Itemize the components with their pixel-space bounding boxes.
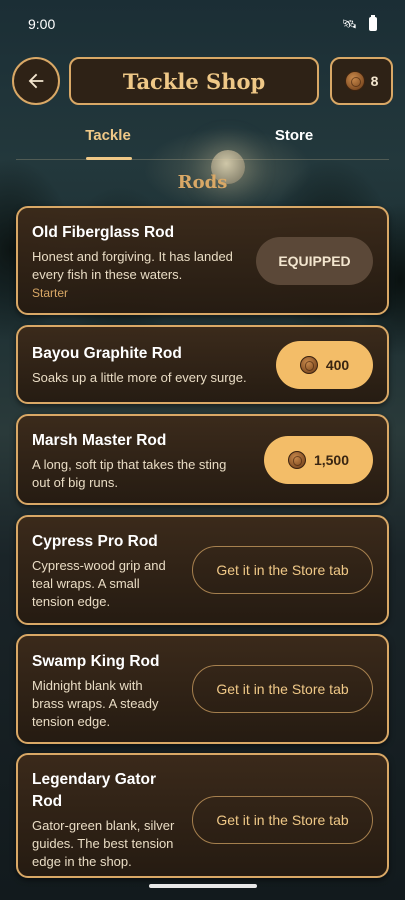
back-button[interactable]: [12, 57, 60, 105]
rod-description: Soaks up a little more of every surge.: [32, 370, 247, 385]
store-tab-button[interactable]: Get it in the Store tab: [192, 665, 373, 713]
rod-name: Marsh Master Rod: [32, 432, 167, 449]
coin-balance-value: 8: [370, 73, 379, 89]
rod-description: Gator-green blank, silver guides. The be…: [32, 818, 175, 869]
section-title: Rods: [177, 172, 228, 193]
tab-store[interactable]: Store: [264, 122, 324, 160]
status-bar: 9:00 🛰︎: [0, 0, 405, 48]
rod-description: Honest and forgiving. It has landed ever…: [32, 249, 233, 282]
rod-card-marsh-master: Marsh Master Rod A long, soft tip that t…: [16, 414, 389, 505]
coin-icon: [344, 71, 365, 91]
coin-icon: [287, 451, 306, 469]
equipped-button[interactable]: EQUIPPED: [256, 237, 373, 285]
price-label: 1,500: [313, 452, 350, 468]
battery-icon: [369, 15, 377, 31]
arrow-left-icon: [28, 73, 44, 89]
page-title: Tackle Shop: [69, 57, 319, 105]
buy-button[interactable]: 1,500: [264, 436, 373, 484]
status-icons: 🛰︎: [341, 15, 377, 31]
rod-description: A long, soft tip that takes the sting ou…: [32, 457, 227, 490]
rod-name: Cypress Pro Rod: [32, 533, 158, 550]
status-time: 9:00: [28, 16, 56, 32]
satellite-icon: 🛰︎: [341, 17, 357, 31]
gesture-nav-handle[interactable]: [149, 884, 257, 888]
rod-card-cypress-pro: Cypress Pro Rod Cypress-wood grip and te…: [16, 515, 389, 625]
store-tab-button[interactable]: Get it in the Store tab: [192, 796, 373, 844]
rod-name: Legendary Gator Rod: [32, 771, 157, 810]
price-label: 400: [325, 357, 350, 373]
buy-button[interactable]: 400: [276, 341, 373, 389]
rod-description: Midnight blank with brass wraps. A stead…: [32, 678, 159, 729]
store-tab-button[interactable]: Get it in the Store tab: [192, 546, 373, 594]
rod-card-swamp-king: Swamp King Rod Midnight blank with brass…: [16, 634, 389, 744]
rod-name: Bayou Graphite Rod: [32, 345, 182, 362]
rod-card-bayou-graphite: Bayou Graphite Rod Soaks up a little mor…: [16, 325, 389, 404]
rod-name: Old Fiberglass Rod: [32, 224, 175, 241]
header: Tackle Shop 8: [12, 57, 393, 105]
rod-description: Cypress-wood grip and teal wraps. A smal…: [32, 558, 166, 609]
coin-icon: [299, 356, 318, 374]
tab-bar: Tackle Store: [16, 122, 389, 160]
rod-name: Swamp King Rod: [32, 653, 160, 670]
rod-card-legendary-gator: Legendary Gator Rod Gator-green blank, s…: [16, 753, 389, 878]
rod-card-old-fiberglass: Old Fiberglass Rod Honest and forgiving.…: [16, 206, 389, 315]
coin-balance: 8: [330, 57, 393, 105]
tab-tackle[interactable]: Tackle: [78, 122, 138, 160]
rod-tag: Starter: [32, 286, 69, 300]
